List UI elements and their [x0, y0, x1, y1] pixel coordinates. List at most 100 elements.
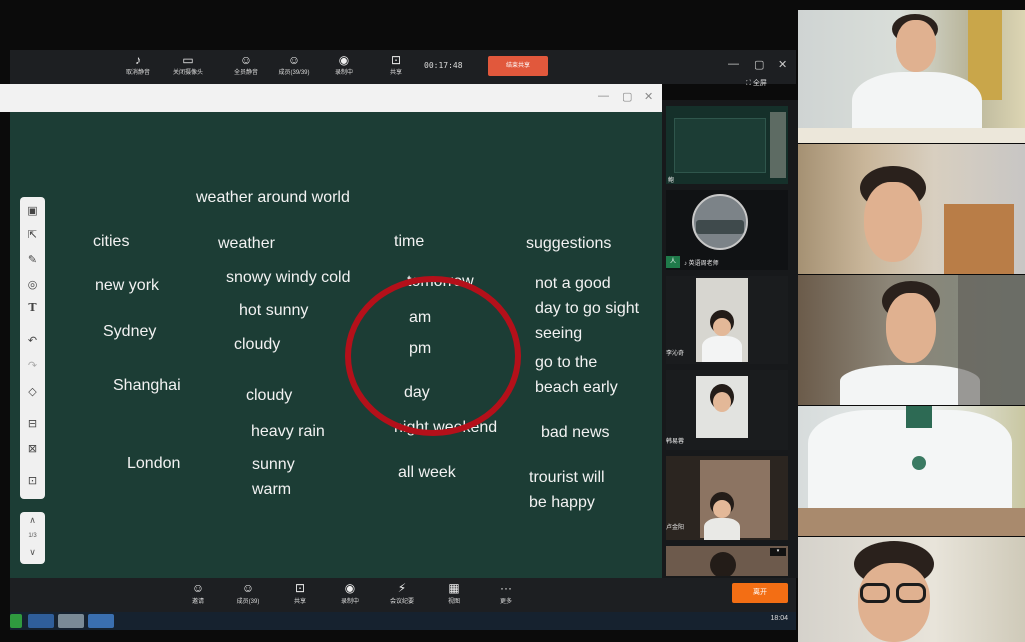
wb-close-icon[interactable]: ✕: [644, 90, 653, 103]
pen-tool-icon[interactable]: ✎: [20, 253, 45, 266]
page-navigator: ∧ 1/3 ∨: [20, 512, 45, 564]
taskbar-clock: 18:04: [770, 615, 788, 622]
mute-all-button[interactable]: ☺ 全员静音: [224, 53, 268, 76]
members-icon: ☺: [287, 53, 301, 67]
redo-icon[interactable]: ↷: [20, 359, 45, 372]
weather-item: cloudy: [234, 336, 281, 353]
wb-maximize-icon[interactable]: ▢: [622, 90, 632, 103]
members-button[interactable]: ☺ 成员(39/39): [272, 53, 316, 76]
participant-column: 鲍 人 ♪ 英语周老师 李沁奇 韩易蓉 卢金阳 ▾: [662, 100, 798, 578]
camera-icon: ▭: [182, 53, 194, 67]
taskbar-app-icon[interactable]: [88, 614, 114, 628]
weather-item: heavy rain: [251, 423, 325, 440]
speaker-name: ♪ 英语周老师: [684, 261, 719, 267]
minimize-icon[interactable]: —: [728, 58, 739, 70]
red-circle-annotation: [345, 276, 521, 436]
notes-icon: ⚡: [397, 581, 407, 595]
wb-minimize-icon[interactable]: —: [598, 90, 609, 102]
whiteboard-titlebar: — ▢ ✕: [0, 84, 662, 112]
participant-name: 卢金阳: [666, 525, 685, 531]
meeting-notes-button[interactable]: ⚡ 会议纪要: [380, 580, 424, 605]
undo-icon[interactable]: ↶: [20, 334, 45, 347]
invite-icon: ☺: [191, 581, 205, 595]
start-icon[interactable]: [10, 614, 22, 628]
page-down-icon[interactable]: ∨: [20, 547, 45, 558]
video-tile[interactable]: [798, 537, 1025, 642]
mic-icon: ♪: [135, 53, 141, 67]
share-button[interactable]: ⊡ 共享: [278, 580, 322, 605]
mute-all-icon: ☺: [239, 53, 253, 67]
suggestion-item: beach early: [535, 379, 618, 396]
record-icon: ◉: [338, 53, 350, 67]
share-icon: ⊡: [390, 53, 402, 67]
time-item: all week: [398, 464, 456, 481]
participant-tile[interactable]: ▾: [666, 546, 788, 576]
participant-name: 韩易蓉: [666, 439, 685, 445]
suggestion-item: be happy: [529, 494, 595, 511]
view-button[interactable]: ▦ 视图: [432, 580, 476, 605]
suggestion-item: day to go sight: [535, 300, 640, 317]
weather-item: snowy windy cold: [226, 269, 351, 286]
suggestion-item: seeing: [535, 325, 583, 342]
unmute-button[interactable]: ♪ 取消静音: [116, 53, 160, 76]
meeting-top-toolbar: ♪ 取消静音 ▭ 关闭摄像头 ☺ 全员静音 ☺ 成员(39/39) ◉ 录制中 ⊡ 共享 0…: [10, 50, 796, 84]
share-icon: ⊡: [294, 581, 306, 595]
share-button[interactable]: ⊡ 共享: [374, 53, 418, 76]
whiteboard-canvas[interactable]: weather around world cities new york Syd…: [10, 112, 662, 578]
eraser-tool-icon[interactable]: ◇: [20, 385, 45, 398]
column-header-cities: cities: [93, 233, 130, 250]
members-button[interactable]: ☺ 成员(39): [226, 580, 270, 605]
video-tile[interactable]: [798, 275, 1025, 405]
video-tile[interactable]: [798, 144, 1025, 274]
video-tile[interactable]: [798, 10, 1025, 143]
record-icon: ◉: [344, 581, 356, 595]
more-icon[interactable]: ▾: [770, 548, 786, 556]
shared-screen-thumbnail[interactable]: 鲍: [666, 106, 788, 184]
recording-button[interactable]: ◉ 录制中: [328, 580, 372, 605]
more-button[interactable]: ··· 更多: [484, 580, 528, 605]
weather-item: warm: [252, 481, 292, 498]
view-icon: ▦: [448, 581, 460, 595]
participant-tile[interactable]: 李沁奇: [666, 276, 788, 364]
camera-button[interactable]: ▭ 关闭摄像头: [166, 53, 210, 76]
select-tool-icon[interactable]: ⇱: [20, 228, 45, 241]
meeting-timer: 00:17:48: [424, 61, 463, 70]
column-header-weather: weather: [218, 235, 275, 252]
weather-item: hot sunny: [239, 302, 309, 319]
clear-tool-icon[interactable]: ⊟: [20, 417, 45, 430]
participant-name: 李沁奇: [666, 351, 685, 357]
close-icon[interactable]: ✕: [778, 58, 787, 71]
save-tool-icon[interactable]: ⊡: [20, 474, 45, 487]
leave-button[interactable]: 离开: [732, 583, 788, 603]
members-icon: ☺: [241, 581, 255, 595]
suggestion-item: not a good: [535, 275, 611, 292]
taskbar: 18:04: [10, 612, 796, 630]
edit-tool-icon[interactable]: ⊠: [20, 442, 45, 455]
participant-name: 鲍: [668, 178, 675, 184]
participant-tile[interactable]: 韩易蓉: [666, 370, 788, 450]
whiteboard-tool-palette: ▣ ⇱ ✎ ◎ T ↶ ↷ ◇ ⊟ ⊠ ⊡: [20, 197, 45, 499]
more-icon: ···: [500, 581, 512, 595]
participant-tile[interactable]: 卢金阳: [666, 456, 788, 540]
recording-button[interactable]: ◉ 录制中: [322, 53, 366, 76]
taskbar-app-icon[interactable]: [28, 614, 54, 628]
video-tile[interactable]: [798, 406, 1025, 536]
suggestion-item: bad news: [541, 424, 610, 441]
city-item: new york: [95, 277, 160, 294]
invite-button[interactable]: ☺ 邀请: [176, 580, 220, 605]
shapes-tool-icon[interactable]: ◎: [20, 278, 45, 291]
weather-item: cloudy: [246, 387, 293, 404]
city-item: Shanghai: [113, 377, 181, 394]
speaker-tile[interactable]: 人 ♪ 英语周老师: [666, 190, 788, 270]
text-tool-icon[interactable]: T: [20, 301, 45, 314]
restore-icon[interactable]: ▢: [754, 58, 764, 71]
weather-item: sunny: [252, 456, 295, 473]
stop-share-button[interactable]: 结束共享: [488, 56, 548, 76]
image-tool-icon[interactable]: ▣: [20, 204, 45, 217]
city-item: London: [127, 455, 181, 472]
page-up-icon[interactable]: ∧: [20, 515, 45, 526]
meeting-bottom-toolbar: ☺ 邀请 ☺ 成员(39) ⊡ 共享 ◉ 录制中 ⚡ 会议纪要 ▦ 视图 ··· 更多 离开: [10, 578, 796, 612]
suggestion-item: trourist will: [529, 469, 605, 486]
suggestion-item: go to the: [535, 354, 598, 371]
taskbar-app-icon[interactable]: [58, 614, 84, 628]
